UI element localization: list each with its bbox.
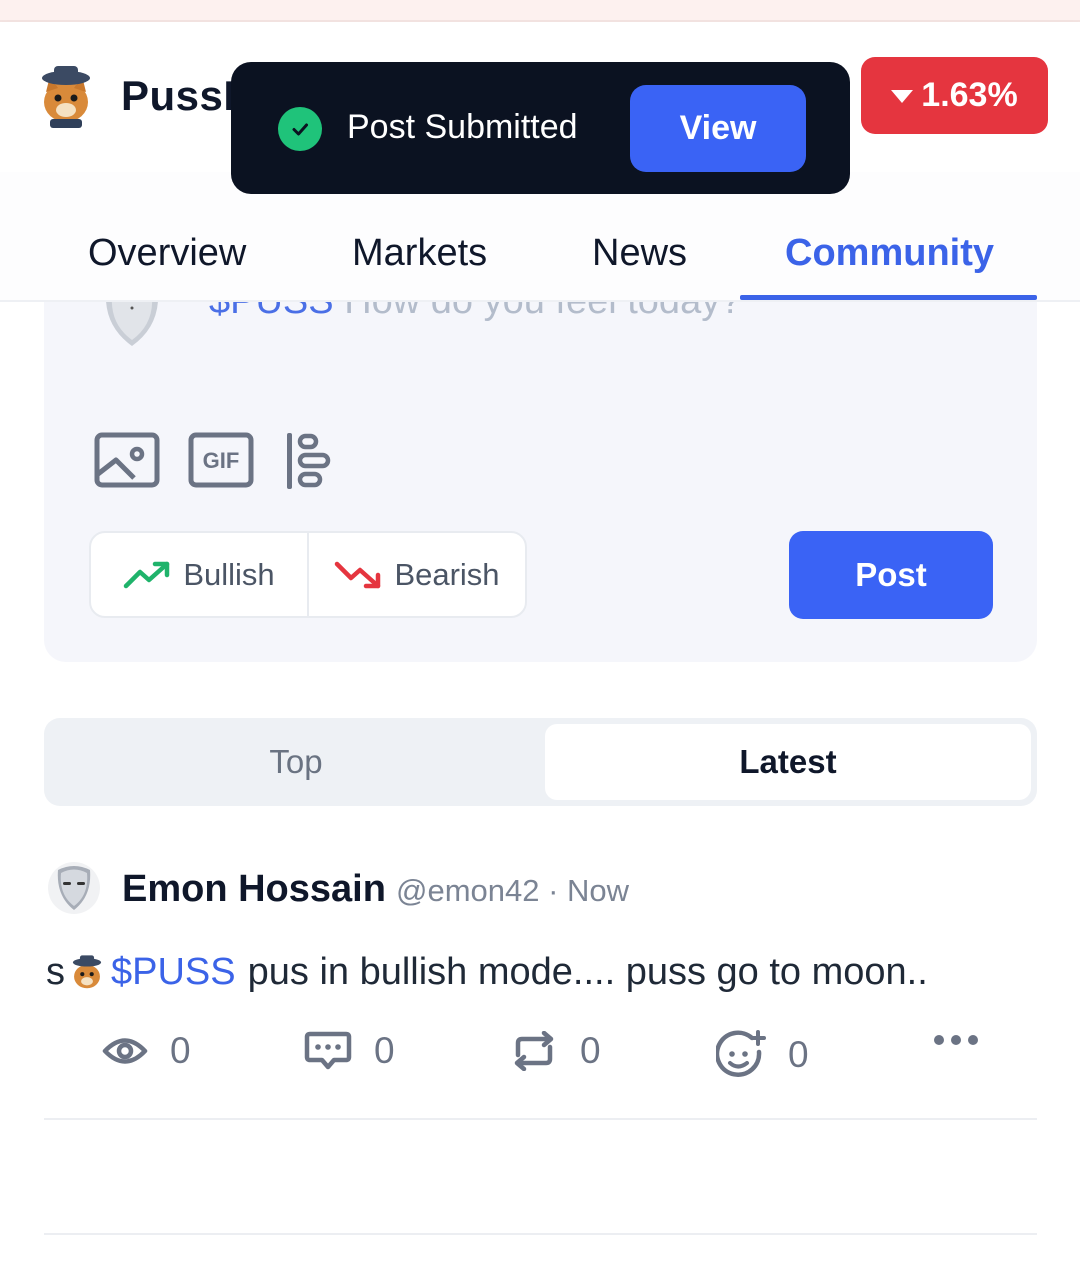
caret-down-icon (891, 90, 914, 103)
svg-text:GIF: GIF (203, 448, 240, 473)
puss-emoji-icon (72, 954, 102, 988)
user-avatar (106, 302, 158, 346)
eye-icon (102, 1038, 148, 1064)
active-tab-indicator (740, 295, 1037, 300)
comments-count: 0 (374, 1030, 395, 1071)
feed-post: Emon Hossain @emon42 · Now s $PUSS pus i… (44, 840, 1037, 1120)
feed-sort-tabs: Top Latest (44, 718, 1037, 806)
comment-button[interactable]: 0 (304, 1030, 395, 1072)
price-change-badge[interactable]: 1.63% (861, 57, 1048, 134)
composer-ticker: $PUSS (209, 302, 334, 322)
comment-icon (304, 1031, 352, 1070)
author-avatar[interactable] (48, 862, 100, 914)
post-actions: 0 0 0 0 (44, 1030, 1037, 1080)
add-reaction-icon (716, 1030, 766, 1077)
reactions-count: 0 (788, 1034, 809, 1075)
more-options-icon[interactable] (934, 1035, 978, 1045)
bullish-button[interactable]: Bullish (91, 533, 307, 616)
post-handle-time: @emon42 · Now (396, 873, 630, 908)
view-post-button[interactable]: View (630, 85, 806, 172)
sort-top-tab[interactable]: Top (50, 724, 542, 800)
price-change-value: 1.63% (921, 76, 1018, 114)
post-text-prefix: s (46, 951, 65, 993)
tab-markets[interactable]: Markets (352, 232, 487, 275)
repost-button[interactable]: 0 (510, 1030, 601, 1072)
app-logo (42, 66, 90, 128)
tab-community[interactable]: Community (785, 232, 994, 275)
post-body: s $PUSS pus in bullish mode.... puss go … (46, 951, 928, 994)
tab-overview[interactable]: Overview (88, 232, 246, 275)
react-button[interactable]: 0 (716, 1030, 809, 1080)
sort-latest-tab[interactable]: Latest (545, 724, 1031, 800)
post-author[interactable]: Emon Hossain (122, 868, 386, 911)
views-action: 0 (102, 1030, 191, 1072)
reposts-count: 0 (580, 1030, 601, 1071)
gif-icon[interactable]: GIF (188, 432, 254, 488)
views-count: 0 (170, 1030, 191, 1071)
trend-down-icon (335, 561, 381, 588)
poll-icon[interactable] (284, 432, 332, 490)
trend-up-icon (124, 561, 170, 588)
post-text: pus in bullish mode.... puss go to moon.… (247, 951, 928, 993)
toast-message: Post Submitted (347, 108, 578, 146)
feed-divider (44, 1233, 1037, 1235)
composer-input[interactable]: $PUSS How do you feel today? (209, 302, 741, 323)
repost-icon (514, 1031, 554, 1071)
post-ticker-link[interactable]: $PUSS (111, 951, 236, 994)
post-submitted-toast: Post Submitted View (231, 62, 850, 194)
sentiment-selector: Bullish Bearish (89, 531, 527, 618)
tab-news[interactable]: News (592, 232, 687, 275)
bearish-button[interactable]: Bearish (307, 533, 525, 616)
check-circle-icon (278, 107, 322, 151)
post-composer: $PUSS How do you feel today? GIF Bullish (44, 302, 1037, 662)
image-icon[interactable] (94, 432, 160, 488)
bullish-label: Bullish (183, 556, 275, 592)
status-strip (0, 0, 1080, 22)
post-button[interactable]: Post (789, 531, 993, 619)
composer-placeholder: How do you feel today? (344, 302, 741, 322)
bearish-label: Bearish (394, 556, 500, 592)
